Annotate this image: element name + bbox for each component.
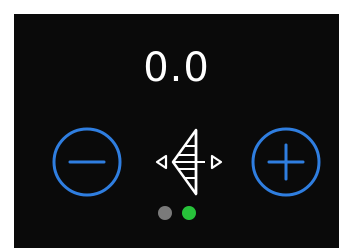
value-readout: 0.0 xyxy=(143,45,210,91)
page-indicator xyxy=(14,206,339,220)
page-dot-inactive[interactable] xyxy=(157,206,172,220)
page-dot-active[interactable] xyxy=(181,206,196,220)
minus-circle-icon xyxy=(51,126,123,198)
control-panel: 0.0 xyxy=(14,14,339,248)
plus-circle-icon xyxy=(250,126,322,198)
increase-button[interactable] xyxy=(250,126,322,198)
trim-tab-icon xyxy=(149,122,229,202)
decrease-button[interactable] xyxy=(51,126,123,198)
